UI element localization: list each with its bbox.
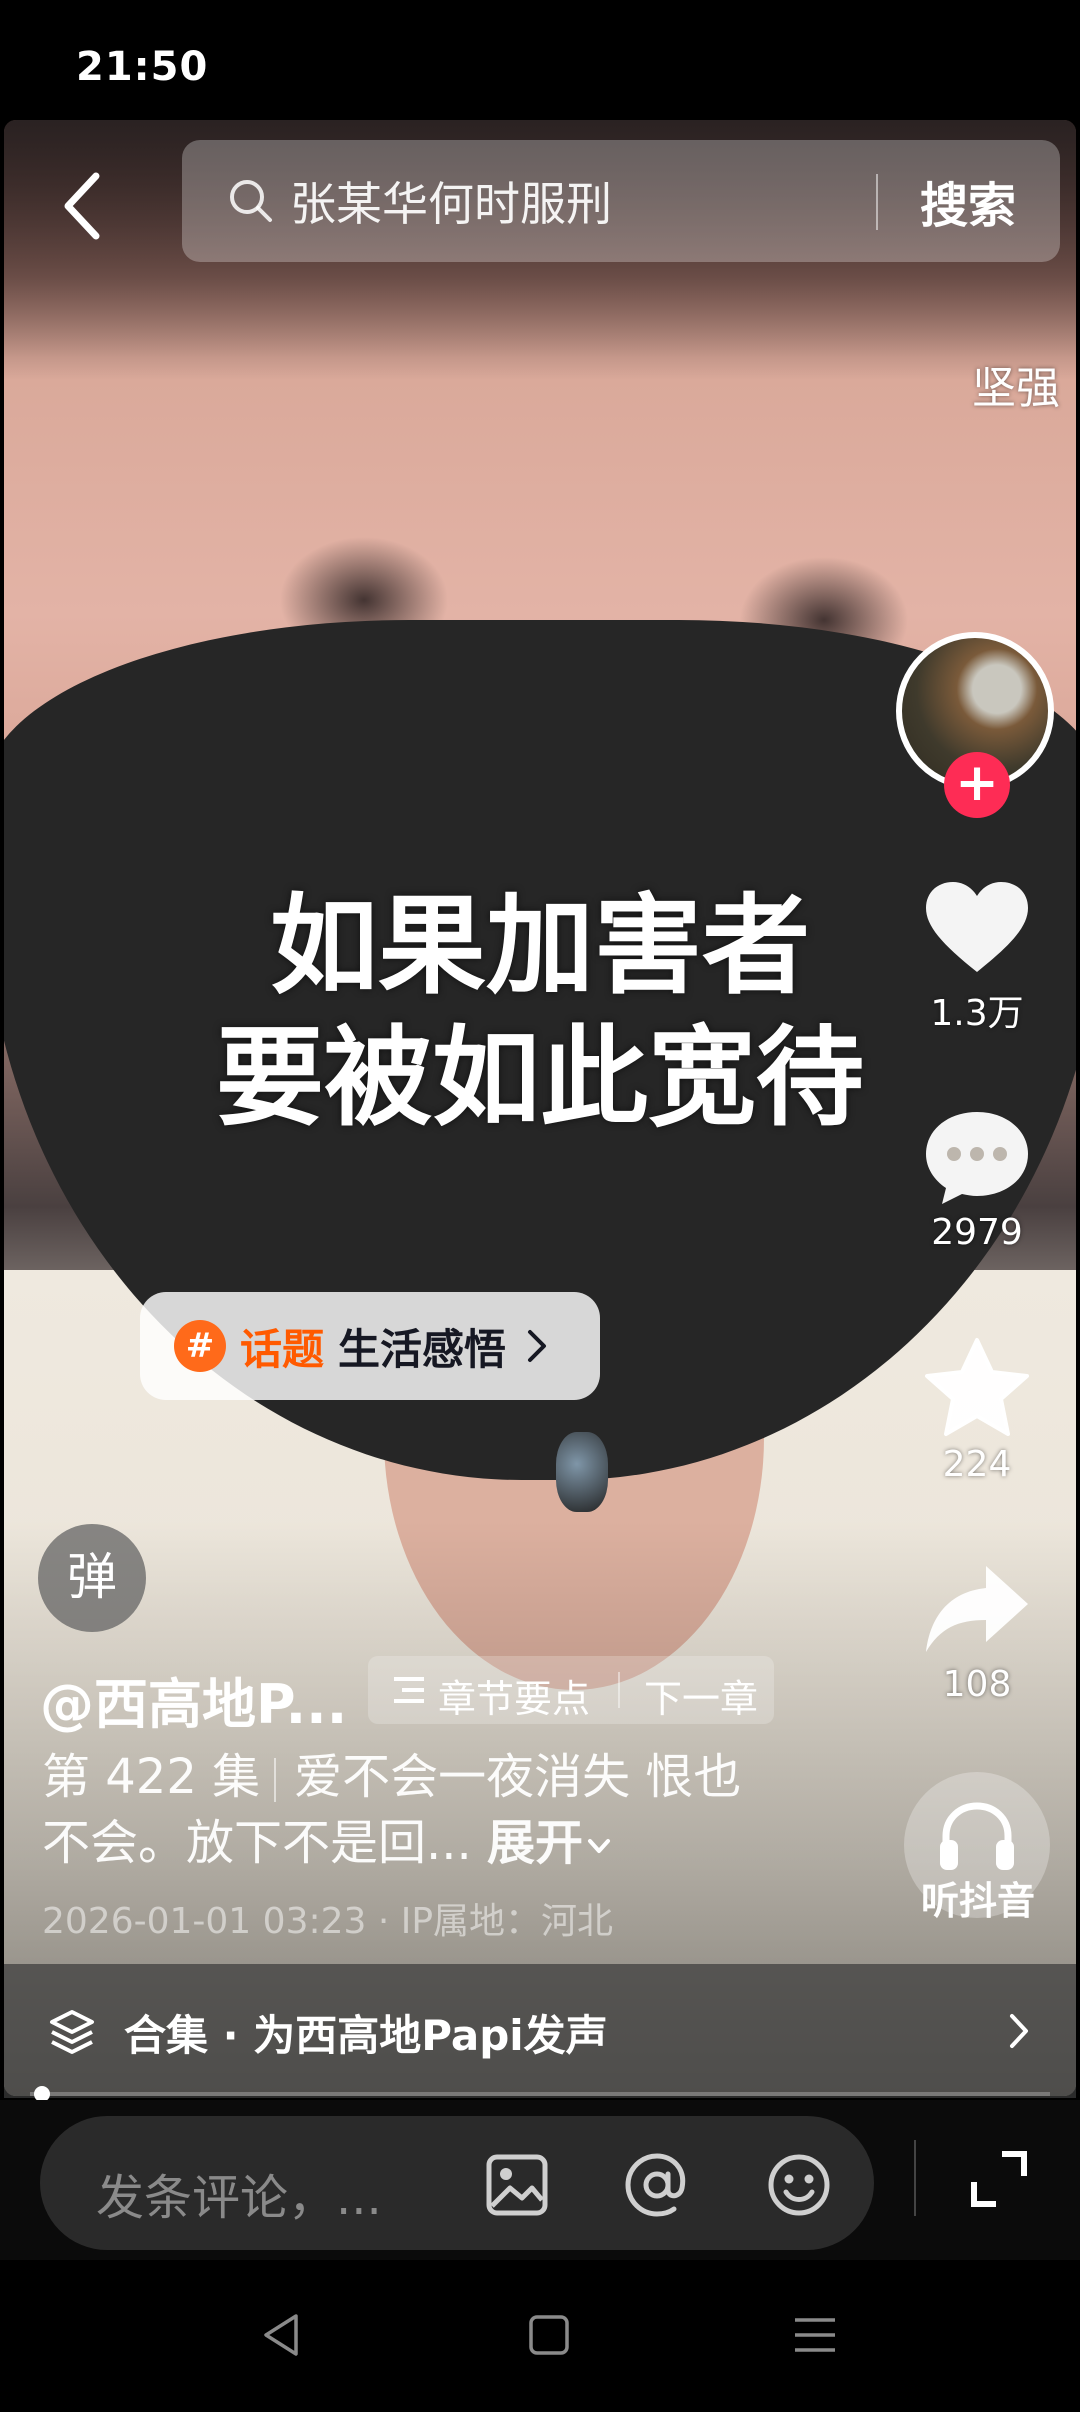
comment-input[interactable]: 发条评论，... (40, 2116, 874, 2250)
favorite-button[interactable]: 224 (912, 1336, 1042, 1485)
video-description: 第 422 集爱不会一夜消失 恨也不会。放下不是回... 展开 (42, 1744, 762, 1876)
status-bar: 21:50 (0, 0, 1080, 120)
comment-icon (926, 1112, 1028, 1204)
listen-label[interactable]: 听抖音 (880, 1870, 1076, 1925)
topic-pill[interactable]: # 话题 生活感悟 (140, 1292, 601, 1400)
topic-name: 生活感悟 (338, 1324, 507, 1374)
comment-placeholder: 发条评论，... (96, 2170, 382, 2226)
image-icon[interactable] (484, 2152, 550, 2218)
layers-icon (50, 2010, 94, 2054)
video-bg-pendant (556, 1432, 608, 1512)
hashtag-icon: # (174, 1320, 226, 1372)
list-icon (394, 1677, 424, 1703)
chevron-right-icon (1010, 2014, 1028, 2048)
search-button[interactable]: 搜索 (920, 166, 1016, 236)
topic-keyword: 话题 (240, 1324, 325, 1374)
search-divider (876, 174, 878, 230)
comment-button[interactable]: 2979 (912, 1108, 1042, 1253)
expand-label: 展开 (487, 1815, 584, 1871)
collection-bar[interactable]: 合集 · 为西高地Papi发声 (4, 1964, 1076, 2098)
status-time: 21:50 (76, 44, 209, 90)
post-meta: 2026-01-01 03:23 · IP属地：河北 (42, 1901, 614, 1942)
search-icon (230, 180, 272, 222)
chapter-points-button[interactable]: 章节要点 (438, 1668, 590, 1723)
chapter-divider (618, 1672, 620, 1708)
nav-menu-icon[interactable] (790, 2310, 840, 2360)
comment-bar-divider (914, 2140, 916, 2216)
side-tag: 坚强 (972, 363, 1060, 414)
description-divider (274, 1758, 277, 1802)
like-button[interactable]: 1.3万 (912, 880, 1042, 1036)
nav-back-icon[interactable] (256, 2310, 306, 2360)
video-progress-bar[interactable] (30, 2092, 1050, 2096)
back-icon[interactable] (54, 166, 114, 246)
follow-button[interactable]: + (944, 752, 1010, 818)
danmaku-toggle[interactable]: 弹 (38, 1524, 146, 1632)
next-chapter-button[interactable]: 下一章 (644, 1668, 758, 1723)
fullscreen-icon[interactable] (970, 2150, 1028, 2208)
expand-button[interactable]: 展开 (487, 1815, 613, 1871)
star-icon (925, 1338, 1029, 1436)
chevron-down-icon (588, 1839, 611, 1853)
heart-icon (926, 882, 1028, 972)
share-button[interactable]: 108 (912, 1560, 1042, 1705)
episode-label: 第 422 集 (42, 1749, 261, 1805)
favorite-count: 224 (942, 1444, 1012, 1485)
author-name[interactable]: @西高地P... (40, 1660, 347, 1739)
top-search-bar: 张某华何时服刑 搜索 (0, 140, 1080, 270)
search-query: 张某华何时服刑 (290, 177, 612, 231)
collection-title: 合集 · 为西高地Papi发声 (124, 2011, 608, 2060)
comment-bar: 发条评论，... (0, 2100, 1080, 2260)
like-count: 1.3万 (930, 993, 1024, 1034)
emoji-icon[interactable] (766, 2152, 832, 2218)
search-input[interactable]: 张某华何时服刑 搜索 (182, 140, 1060, 262)
chapter-pill: 章节要点 下一章 (368, 1656, 774, 1724)
system-nav-bar (0, 2260, 1080, 2412)
share-count: 108 (942, 1664, 1012, 1705)
share-icon (926, 1566, 1028, 1652)
comment-count: 2979 (931, 1212, 1023, 1253)
chevron-right-icon (528, 1330, 547, 1362)
nav-home-icon[interactable] (524, 2310, 574, 2360)
at-icon[interactable] (624, 2152, 690, 2218)
